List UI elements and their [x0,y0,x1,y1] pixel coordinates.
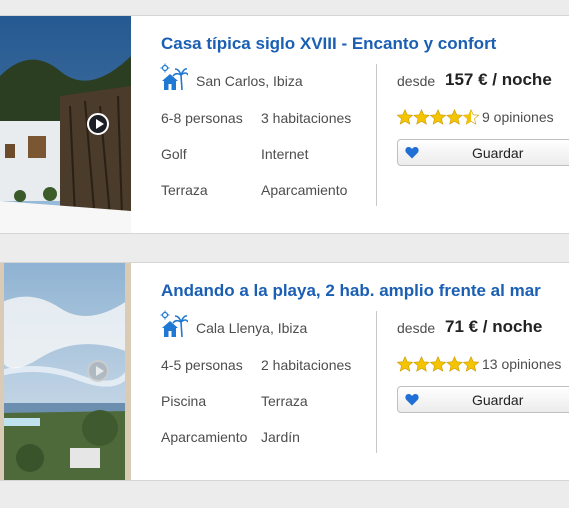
listing-card[interactable]: Andando a la playa, 2 hab. amplio frente… [0,262,569,481]
listing-title[interactable]: Casa típica siglo XVIII - Encanto y conf… [161,34,496,54]
listing-photo[interactable] [0,16,131,233]
play-video-icon[interactable] [87,360,109,382]
feature-amenity: Piscina [161,393,207,409]
villa-palm-sun-icon [160,310,188,338]
price: 157 € / noche [445,70,552,89]
star-icon [397,356,414,372]
feature-amenity: Jardín [261,429,300,445]
save-button[interactable]: Guardar [397,386,569,413]
feature-amenity: Terraza [261,393,308,409]
column-divider [376,311,377,453]
house-photo-image [0,16,131,233]
rating-stars [397,356,479,372]
heart-icon [405,393,419,406]
listing-location: San Carlos, Ibiza [196,73,303,89]
listing-photo[interactable] [0,263,131,480]
feature-bedrooms: 3 habitaciones [261,110,352,126]
feature-amenity: Internet [261,146,309,162]
feature-capacity: 4-5 personas [161,357,243,373]
feature-bedrooms: 2 habitaciones [261,357,352,373]
heart-icon [405,146,419,159]
star-icon [429,109,447,125]
save-button-label: Guardar [472,392,524,408]
save-button-label: Guardar [472,145,524,161]
price-prefix: desde [397,320,436,336]
star-half-icon [462,109,479,125]
star-icon [413,109,430,125]
play-video-icon[interactable] [87,113,109,135]
star-icon [446,109,463,125]
listing-location: Cala Llenya, Ibiza [196,320,308,336]
listing-title[interactable]: Andando a la playa, 2 hab. amplio frente… [161,281,541,301]
review-count[interactable]: 13 opiniones [482,356,561,372]
feature-amenity: Aparcamiento [261,182,348,198]
star-icon [413,356,430,372]
star-icon [397,109,414,125]
rating-stars [397,109,479,125]
star-icon [462,356,479,372]
star-icon [429,356,447,372]
villa-palm-sun-icon [160,63,188,91]
feature-amenity: Aparcamiento [161,429,248,445]
listing-card[interactable]: Casa típica siglo XVIII - Encanto y conf… [0,15,569,234]
review-count[interactable]: 9 opiniones [482,109,554,125]
feature-amenity: Terraza [161,182,208,198]
price-prefix: desde [397,73,436,89]
star-icon [446,356,463,372]
feature-capacity: 6-8 personas [161,110,243,126]
column-divider [376,64,377,206]
price: 71 € / noche [445,317,543,336]
save-button[interactable]: Guardar [397,139,569,166]
feature-amenity: Golf [161,146,187,162]
sea-view-photo-image [0,263,131,480]
